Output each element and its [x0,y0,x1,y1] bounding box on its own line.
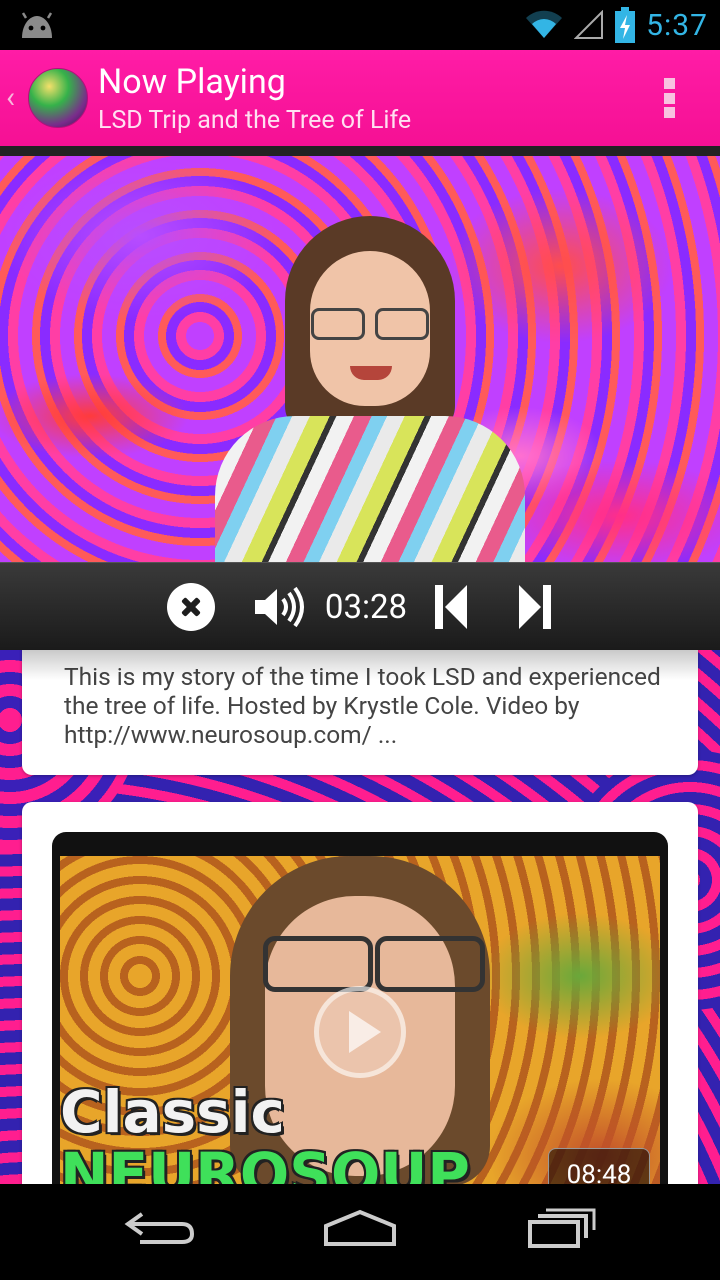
previous-icon[interactable] [433,583,469,631]
play-icon[interactable] [314,986,406,1078]
player-controls: 03:28 [0,562,720,651]
battery-charging-icon [615,7,636,43]
back-icon[interactable] [124,1208,196,1248]
status-bar: 5:37 [0,0,720,50]
next-icon[interactable] [517,583,553,631]
signal-icon [574,10,604,39]
status-clock: 5:37 [646,7,708,43]
close-icon[interactable] [166,583,215,631]
volume-icon[interactable] [253,585,305,629]
video-card[interactable]: Classic NEUROSOUP 08:48 [22,802,698,1184]
thumbnail-text-line1: Classic [60,1078,285,1146]
action-bar-title: Now Playing [98,62,286,102]
thumbnail-text-line2: NEUROSOUP [60,1140,470,1184]
content-area[interactable]: This is my story of the time I took LSD … [0,650,720,1184]
navigation-bar [0,1184,720,1280]
video-thumbnail[interactable]: Classic NEUROSOUP 08:48 [60,856,660,1184]
app-avatar[interactable] [28,68,88,128]
playback-time: 03:28 [324,587,408,627]
video-thumbnail-frame: Classic NEUROSOUP 08:48 [52,832,668,1184]
overflow-menu-icon[interactable] [664,78,676,118]
description-card[interactable]: This is my story of the time I took LSD … [22,650,698,775]
android-icon [21,12,53,38]
video-duration: 08:48 [548,1148,650,1184]
recent-apps-icon[interactable] [526,1208,596,1248]
action-bar: ‹ Now Playing LSD Trip and the Tree of L… [0,50,720,146]
video-presenter [215,216,525,562]
home-icon[interactable] [322,1208,398,1248]
wifi-icon [526,10,563,39]
video-player[interactable] [0,146,720,562]
up-caret-icon[interactable]: ‹ [6,80,15,115]
action-bar-subtitle: LSD Trip and the Tree of Life [98,106,412,135]
